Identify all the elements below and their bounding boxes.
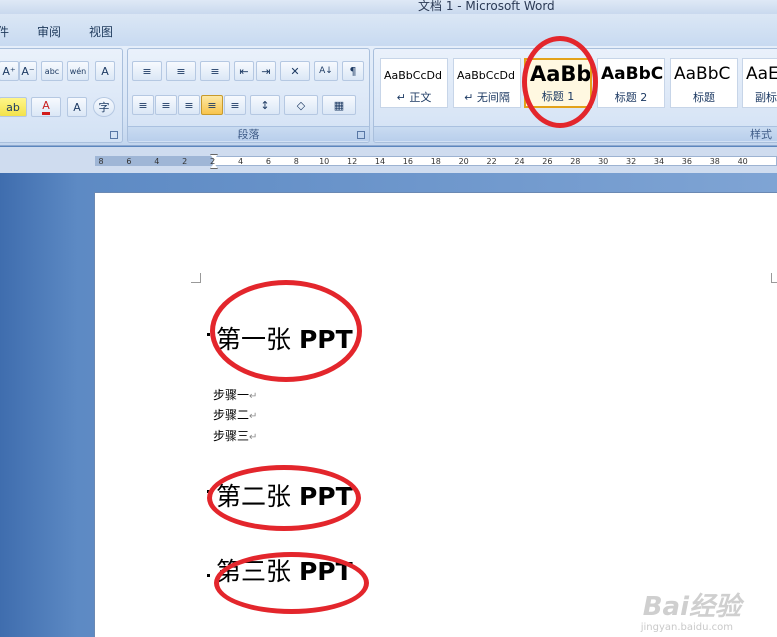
ruler-tick-label: 30 xyxy=(598,157,609,166)
line-spacing-button[interactable]: ↕ xyxy=(250,95,280,115)
shrink-font-button[interactable]: A⁻ xyxy=(19,61,37,81)
increase-indent-button[interactable]: ⇥ xyxy=(256,61,276,81)
ruler-tick-label: 24 xyxy=(514,157,525,166)
numbering-button[interactable]: ≡ xyxy=(166,61,196,81)
step-line[interactable]: 步骤一↵ xyxy=(213,386,257,403)
tab-file[interactable]: 件 xyxy=(0,23,9,40)
ruler-tick-label: 12 xyxy=(347,157,358,166)
align-center-button[interactable]: ≡ xyxy=(155,95,177,115)
step-line[interactable]: 步骤二↵ xyxy=(213,406,257,423)
style-title[interactable]: AaBbC 标题 xyxy=(670,58,738,108)
heading-marker xyxy=(207,574,210,577)
bullets-button[interactable]: ≡ xyxy=(132,61,162,81)
ruler-tick-label: 2 xyxy=(210,157,216,166)
grow-font-button[interactable]: A⁺ xyxy=(0,61,19,81)
paragraph-dialog-launcher[interactable] xyxy=(357,131,365,139)
ruler-tick-label: 8 xyxy=(98,157,104,166)
chinese-layout-button[interactable]: ✕ xyxy=(280,61,310,81)
annotation-circle xyxy=(207,465,361,531)
tab-review[interactable]: 审阅 xyxy=(37,23,61,40)
style-no-spacing[interactable]: AaBbCcDd ↵ 无间隔 xyxy=(453,58,521,108)
document-page[interactable] xyxy=(94,192,777,637)
character-border-button[interactable]: A xyxy=(95,61,115,81)
paragraph-group-label: 段落 xyxy=(128,126,369,141)
enclose-characters-button[interactable]: 字 xyxy=(93,97,115,117)
baidu-watermark: Bai经验 xyxy=(642,592,741,622)
borders-button[interactable]: ▦ xyxy=(322,95,356,115)
style-heading-2[interactable]: AaBbC 标题 2 xyxy=(597,58,665,108)
ruler-tick-label: 36 xyxy=(681,157,692,166)
ruler-tick-label: 20 xyxy=(458,157,469,166)
ruler-tick-label: 4 xyxy=(237,157,244,166)
ruler-tick-label: 28 xyxy=(570,157,581,166)
paragraph-group: ≡ ≡ ≡ ⇤ ⇥ ✕ A↓ ¶ ≡ ≡ ≡ ≡ ≡ ↕ ◇ ▦ 段落 xyxy=(127,48,370,143)
font-dialog-launcher[interactable] xyxy=(110,131,118,139)
ruler-tick-label: 6 xyxy=(265,157,271,166)
font-color-button[interactable]: A xyxy=(31,97,61,117)
watermark-url: jingyan.baidu.com xyxy=(640,622,733,633)
ruler-tick-label: 34 xyxy=(653,157,665,166)
clear-format-button[interactable]: abc xyxy=(41,61,63,81)
ruler-tick-label: 2 xyxy=(182,157,188,166)
annotation-circle xyxy=(522,36,598,128)
step-line[interactable]: 步骤三↵ xyxy=(213,427,257,444)
show-marks-button[interactable]: ¶ xyxy=(342,61,364,81)
highlight-button[interactable]: ab xyxy=(0,97,27,117)
multilevel-list-button[interactable]: ≡ xyxy=(200,61,230,81)
ruler-tick-label: 22 xyxy=(486,157,497,166)
style-subtitle[interactable]: AaE 副标 xyxy=(742,58,777,108)
style-normal[interactable]: AaBbCcDd ↵ 正文 xyxy=(380,58,448,108)
phonetic-guide-button[interactable]: wén xyxy=(67,61,89,81)
ribbon: A⁺ A⁻ abc wén A ab A A 字 ≡ ≡ ≡ ⇤ ⇥ ✕ A↓ … xyxy=(0,46,777,146)
ruler-tick-label: 18 xyxy=(430,157,441,166)
ruler-tick-label: 4 xyxy=(154,157,160,166)
ruler-tick-label: 16 xyxy=(402,157,413,166)
font-group: A⁺ A⁻ abc wén A ab A A 字 xyxy=(0,48,123,143)
character-shading-button[interactable]: A xyxy=(67,97,87,117)
align-right-button[interactable]: ≡ xyxy=(178,95,200,115)
ruler-tick-label: 26 xyxy=(542,157,553,166)
ruler-tick-label: 10 xyxy=(319,157,330,166)
justify-button[interactable]: ≡ xyxy=(201,95,223,115)
ruler-tick-label: 40 xyxy=(737,157,748,166)
margin-corner-top-left xyxy=(191,273,201,283)
tab-view[interactable]: 视图 xyxy=(89,23,113,40)
ruler-tick-label: 38 xyxy=(709,157,720,166)
ruler-tick-label: 32 xyxy=(626,157,637,166)
decrease-indent-button[interactable]: ⇤ xyxy=(234,61,254,81)
distributed-button[interactable]: ≡ xyxy=(224,95,246,115)
annotation-circle xyxy=(210,280,362,382)
styles-group-label: 样式 xyxy=(374,126,777,141)
title-bar: 文档 1 - Microsoft Word xyxy=(0,0,777,14)
window-title: 文档 1 - Microsoft Word xyxy=(418,0,555,13)
annotation-circle xyxy=(214,552,369,614)
horizontal-ruler[interactable]: 8 6 4 2 2 4 6 8 10 12 14 16 18 20 22 24 26 28 30 32 34 36 38 40 xyxy=(0,147,777,173)
ruler-tick-label: 14 xyxy=(374,157,386,166)
align-left-button[interactable]: ≡ xyxy=(132,95,154,115)
ruler-tick-label: 8 xyxy=(293,157,299,166)
ruler-tick-label: 6 xyxy=(126,157,132,166)
shading-button[interactable]: ◇ xyxy=(284,95,318,115)
sort-button[interactable]: A↓ xyxy=(314,61,338,81)
ribbon-tabs: 件 审阅 视图 xyxy=(0,14,777,46)
margin-corner-top-right xyxy=(771,273,777,283)
